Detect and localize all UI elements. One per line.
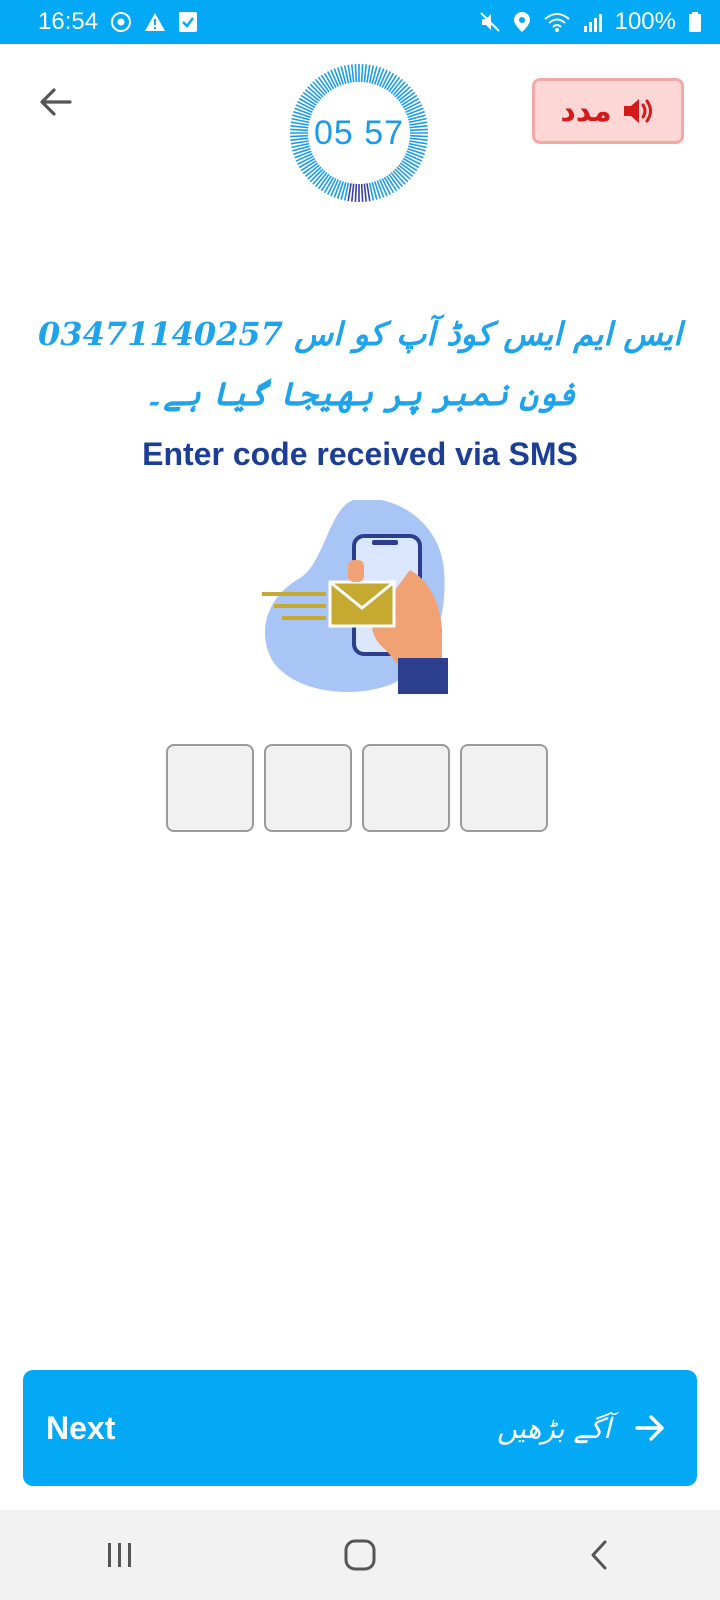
next-right-group: آگے بڑھیں xyxy=(497,1411,667,1445)
recent-apps-icon xyxy=(108,1543,131,1567)
next-label-en: Next xyxy=(46,1409,116,1446)
code-digit-3[interactable] xyxy=(362,744,450,832)
battery-percent: 100% xyxy=(614,8,676,35)
mute-icon xyxy=(479,11,501,33)
next-label-ur: آگے بڑھیں xyxy=(496,1411,611,1445)
status-bar-left: 16:54 xyxy=(38,8,198,36)
code-digit-4[interactable] xyxy=(460,744,548,832)
system-back-button[interactable] xyxy=(570,1525,630,1585)
timer-text: 05 57 xyxy=(313,113,405,152)
arrow-right-icon xyxy=(635,1415,664,1441)
location-icon xyxy=(513,11,531,33)
back-button[interactable] xyxy=(34,80,78,124)
status-time: 16:54 xyxy=(38,8,99,35)
recent-apps-button[interactable] xyxy=(90,1525,150,1585)
countdown-timer: 05 57 xyxy=(288,62,430,204)
speaker-icon xyxy=(623,99,652,123)
warning-icon xyxy=(144,11,166,33)
sms-illustration xyxy=(262,498,462,700)
code-digit-1[interactable] xyxy=(166,744,254,832)
home-icon xyxy=(344,1539,376,1571)
help-label: مدد xyxy=(560,94,612,128)
arrow-left-icon xyxy=(40,88,72,116)
wifi-icon xyxy=(543,11,571,33)
eye-circle-icon xyxy=(110,11,132,33)
signal-icon xyxy=(583,11,603,33)
help-button[interactable]: مدد xyxy=(532,78,684,144)
status-bar-right: 100% xyxy=(479,8,702,36)
next-button[interactable]: Next آگے بڑھیں xyxy=(23,1370,697,1486)
battery-icon xyxy=(688,11,702,33)
status-bar: 16:54 100% xyxy=(0,0,720,44)
check-box-icon xyxy=(178,11,198,33)
sms-code-inputs xyxy=(166,744,554,834)
sms-sent-message-urdu: ایس ایم ایس کوڈ آپ کو اس 03471140257 فون… xyxy=(38,315,682,413)
enter-code-heading: Enter code received via SMS xyxy=(142,436,578,472)
code-digit-2[interactable] xyxy=(264,744,352,832)
chevron-left-icon xyxy=(591,1540,607,1570)
home-button[interactable] xyxy=(330,1525,390,1585)
system-nav-bar xyxy=(0,1510,720,1600)
